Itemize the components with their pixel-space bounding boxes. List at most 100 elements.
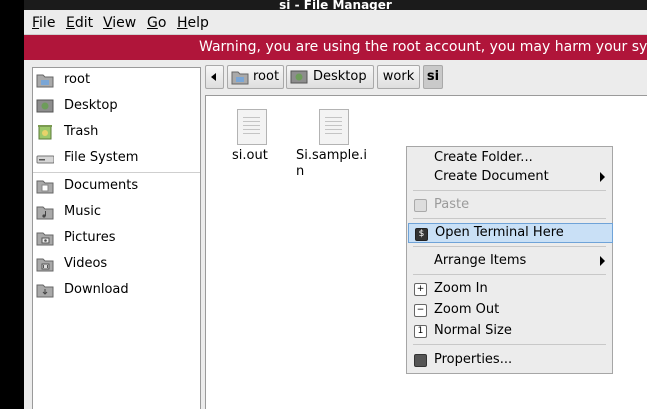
terminal-icon: $	[415, 228, 428, 241]
menu-separator	[413, 246, 606, 247]
menu-item-label: Paste	[434, 197, 470, 212]
text-file-icon	[319, 109, 349, 145]
sidebar-item-file-system[interactable]: File System	[33, 146, 200, 170]
sidebar-item-label: Videos	[64, 256, 108, 271]
left-arrow-icon	[211, 73, 216, 81]
window-titlebar[interactable]: si - File Manager	[24, 0, 647, 10]
submenu-arrow-icon	[600, 172, 605, 182]
crumb-label: root	[253, 69, 280, 84]
menu-item-label: Create Folder...	[434, 150, 533, 165]
path-back-button[interactable]	[205, 65, 224, 89]
sidebar-separator	[33, 172, 200, 173]
menu-separator	[413, 274, 606, 275]
menu-open-terminal[interactable]: $ Open Terminal Here	[408, 223, 613, 243]
videos-folder-icon	[36, 258, 54, 272]
places-sidebar: root Desktop Trash File System Documents…	[32, 67, 201, 409]
menu-zoom-in[interactable]: + Zoom In	[408, 279, 611, 299]
menu-zoom-out[interactable]: − Zoom Out	[408, 300, 611, 320]
sidebar-item-label: Trash	[64, 124, 99, 139]
root-warning-text: Warning, you are using the root account,…	[199, 39, 647, 55]
menu-help-label: elp	[187, 15, 209, 31]
menu-create-document[interactable]: Create Document	[408, 167, 611, 187]
submenu-arrow-icon	[600, 256, 605, 266]
sidebar-item-download[interactable]: Download	[33, 278, 200, 302]
menu-create-folder[interactable]: Create Folder...	[408, 148, 611, 168]
documents-folder-icon	[36, 180, 54, 194]
menu-go-label: o	[157, 15, 167, 31]
sidebar-item-label: Pictures	[64, 230, 116, 245]
drive-icon	[36, 155, 54, 164]
menu-edit-label: dit	[74, 15, 94, 31]
crumb-label: work	[382, 69, 415, 84]
crumb-label: si	[426, 69, 440, 84]
path-bar: root Desktop work si	[205, 65, 647, 89]
sidebar-item-music[interactable]: Music	[33, 200, 200, 224]
sidebar-item-label: File System	[64, 150, 139, 165]
sidebar-item-documents[interactable]: Documents	[33, 174, 200, 198]
menu-view-label: iew	[112, 15, 137, 31]
menu-item-label: Arrange Items	[434, 253, 527, 268]
paste-icon	[414, 199, 427, 212]
menu-separator	[413, 218, 606, 219]
menu-help-mnemonic: H	[177, 15, 188, 31]
sidebar-item-root[interactable]: root	[33, 68, 200, 92]
menu-edit[interactable]: Edit	[66, 15, 93, 31]
zoom-normal-icon: 1	[414, 325, 427, 338]
crumb-si[interactable]: si	[423, 65, 443, 89]
menu-arrange-items[interactable]: Arrange Items	[408, 251, 611, 271]
file-item[interactable]: Si.sample.in	[296, 106, 370, 186]
menu-go-mnemonic: G	[147, 15, 158, 31]
properties-icon	[414, 354, 427, 367]
sidebar-item-desktop[interactable]: Desktop	[33, 94, 200, 118]
menu-go[interactable]: Go	[147, 15, 166, 31]
menu-item-label: Zoom In	[434, 281, 488, 296]
trash-icon	[38, 125, 52, 140]
zoom-out-icon: −	[414, 304, 427, 317]
zoom-in-icon: +	[414, 283, 427, 296]
menu-view[interactable]: View	[103, 15, 136, 31]
menu-file-label: ile	[39, 15, 56, 31]
menu-edit-mnemonic: E	[66, 15, 75, 31]
sidebar-item-label: root	[64, 72, 91, 87]
menu-item-label: Normal Size	[434, 323, 512, 338]
crumb-label: Desktop	[313, 69, 367, 84]
sidebar-item-label: Download	[64, 282, 129, 297]
menu-view-mnemonic: V	[103, 15, 113, 31]
context-menu: Create Folder... Create Document Paste $…	[406, 146, 613, 374]
menu-paste[interactable]: Paste	[408, 195, 611, 215]
menu-normal-size[interactable]: 1 Normal Size	[408, 321, 611, 341]
crumb-root[interactable]: root	[227, 65, 284, 89]
home-folder-icon	[36, 74, 54, 88]
window-title: si - File Manager	[279, 0, 392, 10]
file-item[interactable]: si.out	[226, 106, 306, 166]
menu-separator	[413, 190, 606, 191]
home-folder-icon	[231, 71, 249, 85]
root-warning-banner: Warning, you are using the root account,…	[24, 35, 647, 60]
desktop-icon	[36, 99, 54, 113]
sidebar-item-pictures[interactable]: Pictures	[33, 226, 200, 250]
menu-item-label: Zoom Out	[434, 302, 500, 317]
menu-file-mnemonic: F	[32, 15, 40, 31]
desktop-icon	[290, 70, 308, 84]
menu-item-label: Create Document	[434, 169, 549, 184]
crumb-work[interactable]: work	[377, 65, 420, 89]
menu-separator	[413, 344, 606, 345]
sidebar-item-label: Desktop	[64, 98, 118, 113]
menu-bar: File Edit View Go Help	[24, 12, 647, 35]
menu-file[interactable]: File	[32, 15, 55, 31]
sidebar-item-videos[interactable]: Videos	[33, 252, 200, 276]
pictures-folder-icon	[36, 232, 54, 246]
text-file-icon	[237, 109, 267, 145]
file-name: si.out	[232, 148, 268, 163]
menu-properties[interactable]: Properties...	[408, 350, 611, 370]
menu-item-label: Properties...	[434, 352, 513, 367]
file-manager-window: si - File Manager File Edit View Go Help…	[24, 0, 647, 409]
crumb-desktop[interactable]: Desktop	[286, 65, 374, 89]
menu-item-label: Open Terminal Here	[435, 225, 564, 240]
menu-help[interactable]: Help	[177, 15, 209, 31]
sidebar-item-label: Documents	[64, 178, 139, 193]
download-folder-icon	[36, 284, 54, 298]
music-folder-icon	[36, 206, 54, 220]
file-name: Si.sample.in	[296, 148, 368, 179]
sidebar-item-trash[interactable]: Trash	[33, 120, 200, 144]
